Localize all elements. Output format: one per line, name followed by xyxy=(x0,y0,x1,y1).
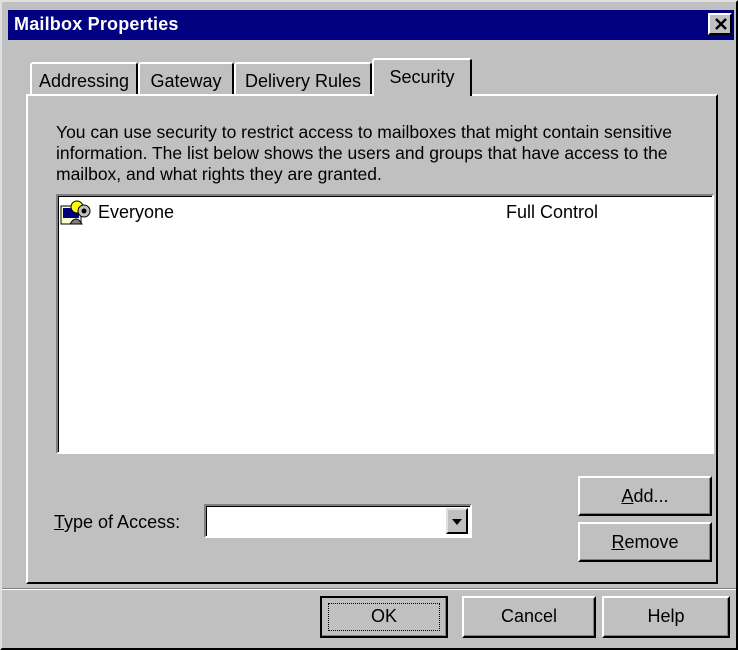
tab-label: Delivery Rules xyxy=(244,71,362,91)
type-of-access-dropdown[interactable] xyxy=(204,504,472,538)
ok-button[interactable]: OK xyxy=(320,596,448,638)
tab-label: Security xyxy=(389,67,455,87)
window-title: Mailbox Properties xyxy=(14,14,179,34)
close-button[interactable] xyxy=(708,13,732,35)
list-item[interactable]: Everyone Full Control xyxy=(58,200,712,225)
focus-rectangle: OK xyxy=(328,603,440,631)
entry-rights: Full Control xyxy=(506,202,599,222)
tab-gateway[interactable]: Gateway xyxy=(138,62,234,94)
tab-delivery-rules[interactable]: Delivery Rules xyxy=(234,62,372,94)
title-bar[interactable]: Mailbox Properties xyxy=(8,10,734,40)
mailbox-properties-dialog: Mailbox Properties Addressing Gateway De… xyxy=(0,0,738,650)
chevron-down-icon xyxy=(452,519,462,525)
security-description: You can use security to restrict access … xyxy=(56,122,673,184)
tab-addressing[interactable]: Addressing xyxy=(30,62,138,94)
cancel-button[interactable]: Cancel xyxy=(462,596,596,638)
close-icon xyxy=(715,18,727,30)
dropdown-arrow-button[interactable] xyxy=(446,508,468,534)
tab-label: Addressing xyxy=(38,71,130,91)
tab-security[interactable]: Security xyxy=(372,58,472,96)
tab-label: Gateway xyxy=(150,71,222,91)
security-tab-panel: You can use security to restrict access … xyxy=(26,94,718,584)
users-group-icon xyxy=(60,200,96,225)
remove-button[interactable]: Remove xyxy=(578,522,712,562)
type-of-access-label: Type of Access: xyxy=(54,512,181,532)
ok-label: OK xyxy=(370,606,397,626)
entry-name: Everyone xyxy=(98,202,175,222)
permissions-list[interactable]: Everyone Full Control xyxy=(56,194,714,454)
help-button[interactable]: Help xyxy=(602,596,730,638)
add-button[interactable]: Add... xyxy=(578,476,712,516)
separator xyxy=(2,588,736,590)
